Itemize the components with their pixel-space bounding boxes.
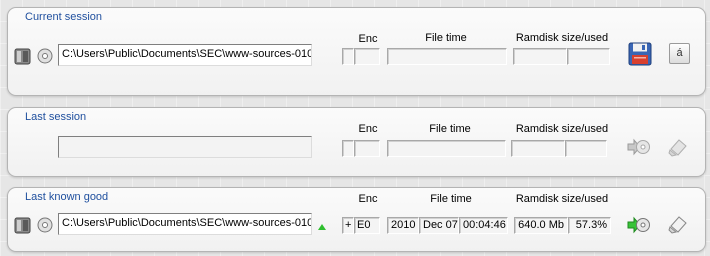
file-time-column-label: File time bbox=[430, 193, 472, 205]
drive-icon[interactable] bbox=[14, 48, 31, 65]
file-time-column-label: File time bbox=[425, 32, 467, 44]
good-file-year: 2010 bbox=[387, 217, 419, 234]
enc-column-label: Enc bbox=[358, 33, 378, 45]
current-enc-flag bbox=[342, 48, 354, 65]
last-ramdisk-size bbox=[511, 140, 565, 157]
current-ramdisk-used bbox=[567, 48, 610, 65]
last-session-title: Last session bbox=[25, 111, 87, 123]
green-up-arrow-icon bbox=[318, 224, 326, 230]
last-enc-value bbox=[354, 140, 380, 157]
clear-eraser-icon[interactable] bbox=[667, 213, 689, 235]
current-session-panel: Current session Enc File time Ramdisk si… bbox=[7, 7, 706, 96]
good-file-time: 00:04:46 bbox=[459, 217, 508, 234]
good-enc-flag: + bbox=[342, 217, 354, 234]
last-known-good-path-field[interactable]: C:\Users\Public\Documents\SEC\www-source… bbox=[58, 213, 312, 235]
last-known-good-title: Last known good bbox=[25, 191, 109, 203]
current-session-path-field[interactable]: C:\Users\Public\Documents\SEC\www-source… bbox=[58, 44, 312, 66]
last-session-path-field[interactable] bbox=[58, 136, 312, 158]
enc-column-label: Enc bbox=[358, 123, 378, 135]
last-file-time bbox=[387, 140, 506, 157]
last-enc-flag bbox=[342, 140, 354, 157]
current-file-time bbox=[387, 48, 507, 65]
ramdisk-column-label: Ramdisk size/used bbox=[515, 193, 609, 205]
last-known-good-panel: Last known good Enc File time Ramdisk si… bbox=[7, 187, 706, 252]
current-action-button[interactable]: á bbox=[669, 43, 690, 64]
last-ramdisk-used bbox=[565, 140, 607, 157]
disc-icon[interactable] bbox=[37, 217, 53, 233]
good-ramdisk-size: 640.0 Mb bbox=[514, 217, 568, 234]
file-time-column-label: File time bbox=[429, 123, 471, 135]
floppy-save-icon[interactable] bbox=[628, 42, 652, 66]
current-enc-value bbox=[354, 48, 380, 65]
good-enc-value: E0 bbox=[354, 217, 380, 234]
current-ramdisk-size bbox=[513, 48, 567, 65]
enc-column-label: Enc bbox=[358, 193, 378, 205]
drive-icon[interactable] bbox=[14, 217, 31, 234]
restore-disc-icon[interactable] bbox=[627, 216, 651, 234]
restore-disc-icon[interactable] bbox=[627, 138, 651, 156]
good-ramdisk-used: 57.3% bbox=[568, 217, 611, 234]
ramdisk-column-label: Ramdisk size/used bbox=[515, 32, 609, 44]
last-session-panel: Last session Enc File time Ramdisk size/… bbox=[7, 107, 706, 177]
good-file-date: Dec 07 bbox=[419, 217, 459, 234]
clear-eraser-icon[interactable] bbox=[667, 136, 689, 158]
ramdisk-column-label: Ramdisk size/used bbox=[515, 123, 609, 135]
disc-icon[interactable] bbox=[37, 48, 53, 64]
current-session-title: Current session bbox=[25, 11, 103, 23]
